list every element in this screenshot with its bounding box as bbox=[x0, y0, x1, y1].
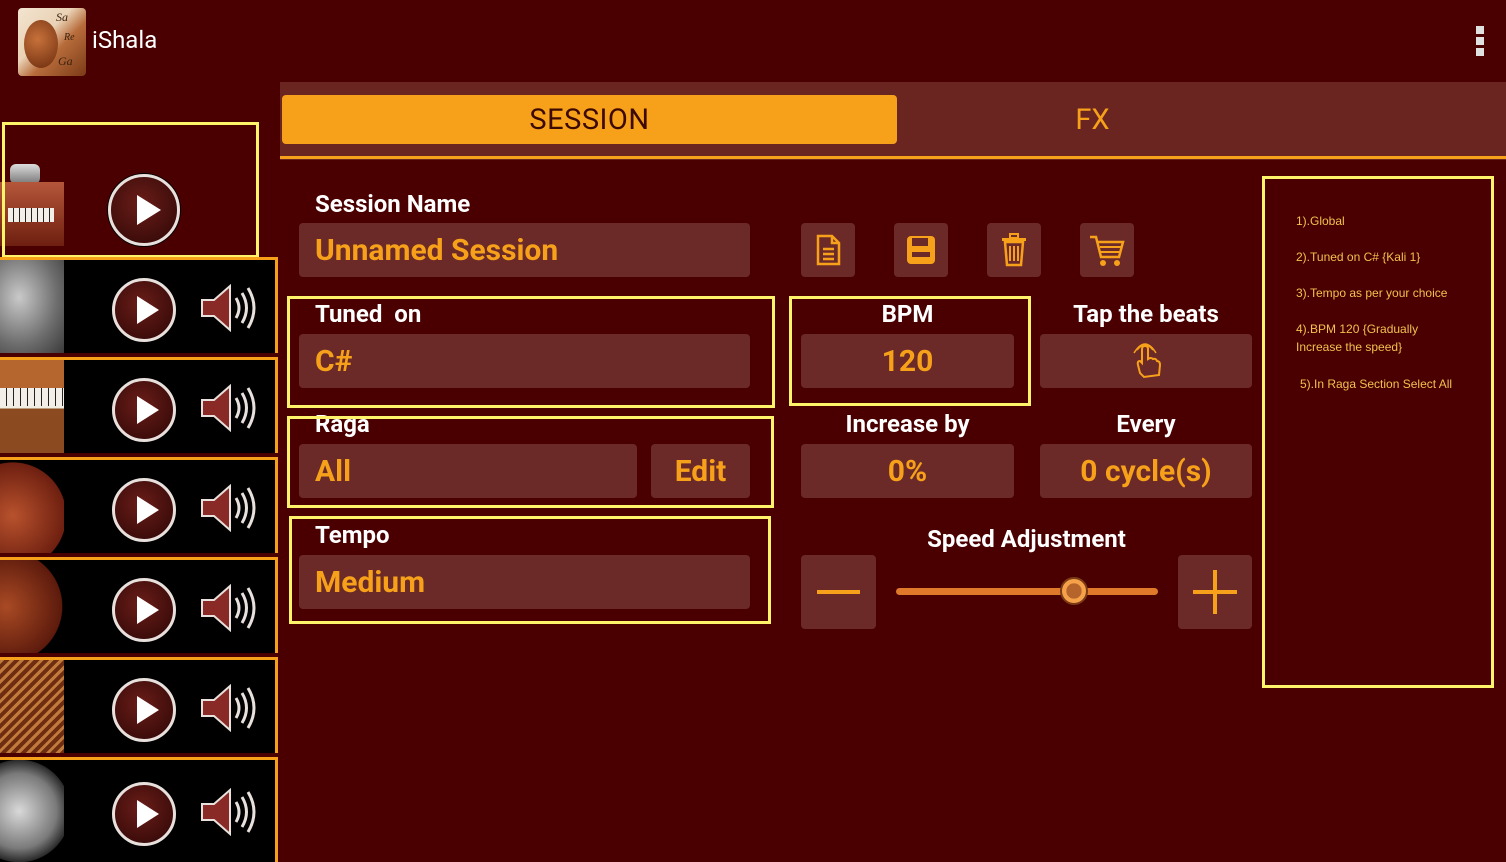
note-3: 3).Tempo as per your choice bbox=[1296, 286, 1448, 300]
note-2: 2).Tuned on C# {Kali 1} bbox=[1296, 250, 1421, 264]
save-button[interactable] bbox=[894, 223, 948, 277]
play-button[interactable] bbox=[108, 174, 180, 246]
speed-slider-thumb[interactable] bbox=[1060, 577, 1089, 605]
instrument-row-harmonium-tabla bbox=[0, 158, 278, 254]
plus-icon bbox=[1193, 570, 1237, 614]
play-button[interactable] bbox=[112, 278, 176, 342]
increase-by-label: Increase by bbox=[845, 410, 970, 438]
tuned-on-select[interactable]: C# bbox=[299, 334, 750, 388]
volume-icon[interactable] bbox=[200, 788, 262, 836]
tanpura-image bbox=[0, 460, 64, 553]
every-input[interactable]: 0 cycle(s) bbox=[1040, 444, 1252, 498]
tap-hand-icon bbox=[1133, 343, 1162, 379]
logo-text-sa: Sa bbox=[56, 10, 68, 24]
instrument-row-tabla bbox=[0, 257, 278, 353]
speed-slider[interactable] bbox=[896, 588, 1158, 595]
instrument-row-tanpura-2 bbox=[0, 557, 278, 653]
minus-icon bbox=[817, 590, 860, 594]
note-5: 5).In Raga Section Select All bbox=[1300, 377, 1453, 391]
logo-text-re: Re bbox=[64, 32, 75, 43]
session-name-label: Session Name bbox=[315, 190, 471, 218]
raga-label: Raga bbox=[315, 410, 370, 438]
tap-beats-label: Tap the beats bbox=[1073, 300, 1219, 328]
note-4: 4).BPM 120 {Gradually Increase the speed… bbox=[1296, 322, 1419, 354]
cart-icon bbox=[1090, 235, 1125, 266]
play-button[interactable] bbox=[112, 378, 176, 442]
document-icon bbox=[816, 234, 841, 266]
swarmandal-image bbox=[0, 660, 64, 753]
every-label: Every bbox=[1116, 410, 1176, 438]
bpm-label: BPM bbox=[881, 300, 934, 328]
cart-button[interactable] bbox=[1080, 223, 1134, 277]
app-bar bbox=[0, 0, 1506, 82]
manjira-image bbox=[0, 760, 64, 862]
tab-fx[interactable]: FX bbox=[900, 95, 1285, 144]
play-button[interactable] bbox=[112, 678, 176, 742]
instrument-row-harmonium bbox=[0, 357, 278, 453]
increase-by-input[interactable]: 0% bbox=[801, 444, 1014, 498]
harmonium-image bbox=[0, 360, 64, 453]
bpm-input[interactable]: 120 bbox=[801, 334, 1014, 388]
instrument-row-swarmandal bbox=[0, 657, 278, 753]
volume-icon[interactable] bbox=[200, 584, 262, 632]
tanpura-2-image bbox=[0, 560, 64, 653]
volume-icon[interactable] bbox=[200, 484, 262, 532]
play-button[interactable] bbox=[112, 478, 176, 542]
tab-session[interactable]: SESSION bbox=[282, 95, 897, 144]
speed-decrease-button[interactable] bbox=[801, 555, 876, 629]
instructions-panel: 1).Global 2).Tuned on C# {Kali 1} 3).Tem… bbox=[1262, 176, 1494, 688]
tempo-label: Tempo bbox=[315, 521, 390, 549]
raga-select[interactable]: All bbox=[299, 444, 637, 498]
save-icon bbox=[907, 236, 935, 264]
play-button[interactable] bbox=[112, 782, 176, 846]
delete-button[interactable] bbox=[987, 223, 1041, 277]
raga-edit-button[interactable]: Edit bbox=[651, 444, 750, 498]
harmonium-tabla-image bbox=[0, 158, 64, 254]
tuned-on-label: Tuned on bbox=[315, 300, 422, 328]
tab-underline bbox=[278, 156, 1506, 159]
logo-text-ga: Ga bbox=[58, 54, 73, 68]
app-logo: Sa Re Ga bbox=[18, 8, 86, 76]
tap-beats-button[interactable] bbox=[1040, 334, 1252, 388]
session-name-input[interactable]: Unnamed Session bbox=[299, 223, 750, 277]
app-title: iShala bbox=[92, 26, 158, 54]
tempo-select[interactable]: Medium bbox=[299, 555, 750, 609]
instrument-row-tanpura bbox=[0, 457, 278, 553]
tabla-image bbox=[0, 260, 64, 353]
instrument-row-manjira bbox=[0, 757, 278, 862]
volume-icon[interactable] bbox=[200, 384, 262, 432]
play-button[interactable] bbox=[112, 578, 176, 642]
overflow-menu-icon[interactable] bbox=[1472, 26, 1488, 60]
note-1: 1).Global bbox=[1296, 214, 1345, 228]
new-document-button[interactable] bbox=[801, 223, 855, 277]
trash-icon bbox=[1002, 233, 1026, 267]
volume-icon[interactable] bbox=[200, 684, 262, 732]
speed-increase-button[interactable] bbox=[1178, 555, 1252, 629]
volume-icon[interactable] bbox=[200, 284, 262, 332]
speed-adjustment-label: Speed Adjustment bbox=[927, 525, 1126, 553]
